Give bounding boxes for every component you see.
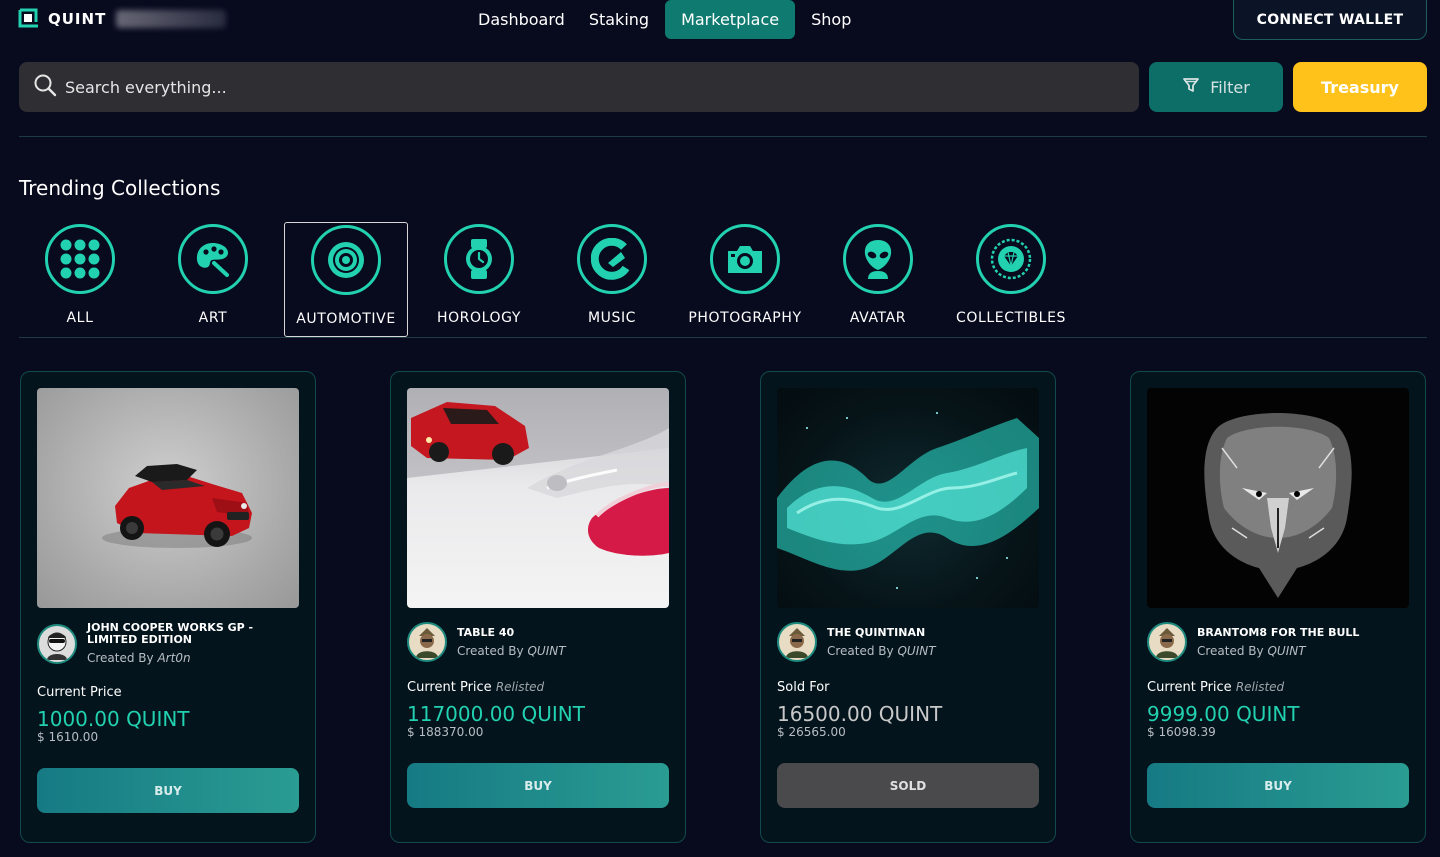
nft-card[interactable]: THE QUINTINAN Created By QUINT Sold For …: [760, 371, 1056, 843]
category-label: AUTOMOTIVE: [296, 311, 396, 327]
category-label: PHOTOGRAPHY: [688, 310, 802, 326]
category-avatar[interactable]: AVATAR: [816, 222, 940, 337]
category-label: AVATAR: [849, 310, 907, 326]
creator-name[interactable]: QUINT: [1267, 644, 1305, 658]
nft-title[interactable]: JOHN COOPER WORKS GP - LIMITED EDITION: [87, 622, 302, 646]
creator-row: BRANTOM8 FOR THE BULL Created By QUINT: [1147, 622, 1412, 662]
filter-button[interactable]: Filter: [1149, 62, 1283, 112]
quint-logo-icon: [18, 8, 40, 30]
category-art[interactable]: ART: [151, 222, 275, 337]
nft-card[interactable]: JOHN COOPER WORKS GP - LIMITED EDITION C…: [20, 371, 316, 843]
logo-text: QUINT: [48, 10, 107, 28]
creator-name[interactable]: Art0n: [157, 651, 190, 665]
price-value: 1000.00 QUINT: [37, 707, 190, 731]
creator-row: JOHN COOPER WORKS GP - LIMITED EDITION C…: [37, 622, 302, 665]
relisted-tag: Relisted: [495, 680, 545, 694]
price-label: Current Price Relisted: [407, 680, 545, 695]
price-value: 9999.00 QUINT: [1147, 702, 1300, 726]
created-by-label: Created By: [87, 651, 154, 665]
category-label: MUSIC: [587, 310, 637, 326]
tire-icon: [311, 225, 381, 295]
nft-image-red-mini[interactable]: [37, 388, 299, 608]
avatar[interactable]: [777, 622, 817, 662]
price-value: 117000.00 QUINT: [407, 702, 585, 726]
nft-title[interactable]: THE QUINTINAN: [827, 626, 1042, 639]
nft-image-quintinan[interactable]: [777, 388, 1039, 608]
category-horology[interactable]: HOROLOGY: [417, 222, 541, 337]
nft-image-table-40[interactable]: [407, 388, 669, 608]
divider: [19, 337, 1427, 338]
price-label: Current Price: [37, 685, 122, 700]
category-automotive[interactable]: AUTOMOTIVE: [284, 222, 408, 337]
grid-dots-icon: [45, 224, 115, 294]
treasury-button[interactable]: Treasury: [1293, 62, 1427, 112]
blurred-logo-text: [116, 10, 227, 28]
camera-icon: [710, 224, 780, 294]
relisted-tag: Relisted: [1235, 680, 1285, 694]
avatar[interactable]: [407, 622, 447, 662]
nft-image-eagle[interactable]: [1147, 388, 1409, 608]
search-input[interactable]: Search everything...: [65, 78, 227, 97]
search-icon: [33, 73, 57, 101]
nav-dashboard[interactable]: Dashboard: [470, 2, 573, 37]
filter-label: Filter: [1210, 77, 1250, 97]
nft-card[interactable]: BRANTOM8 FOR THE BULL Created By QUINT C…: [1130, 371, 1426, 843]
price-label: Current Price Relisted: [1147, 680, 1285, 695]
music-icon: [577, 224, 647, 294]
category-label: HOROLOGY: [436, 310, 522, 326]
category-label: ART: [198, 310, 228, 326]
category-label: COLLECTIBLES: [955, 310, 1067, 326]
main-nav: Dashboard Staking Marketplace Shop: [470, 0, 859, 39]
section-title: Trending Collections: [19, 176, 221, 200]
price-value: 16500.00 QUINT: [777, 702, 943, 726]
buy-button[interactable]: BUY: [1147, 763, 1409, 808]
category-music[interactable]: MUSIC: [550, 222, 674, 337]
palette-icon: [178, 224, 248, 294]
divider: [19, 136, 1427, 137]
nft-title[interactable]: BRANTOM8 FOR THE BULL: [1197, 626, 1412, 639]
category-all[interactable]: ALL: [18, 222, 142, 337]
creator-row: THE QUINTINAN Created By QUINT: [777, 622, 1042, 662]
created-by-label: Created By: [1197, 643, 1264, 658]
top-bar: QUINT Dashboard Staking Marketplace Shop…: [0, 0, 1440, 44]
sold-button[interactable]: SOLD: [777, 763, 1039, 808]
creator-name[interactable]: QUINT: [527, 644, 565, 658]
nav-shop[interactable]: Shop: [803, 2, 859, 37]
created-by-label: Created By: [827, 643, 894, 658]
creator-row: TABLE 40 Created By QUINT: [407, 622, 672, 662]
usd-value: $ 26565.00: [777, 725, 846, 739]
nav-marketplace[interactable]: Marketplace: [665, 0, 796, 39]
buy-button[interactable]: BUY: [407, 763, 669, 808]
created-by-label: Created By: [457, 643, 524, 658]
category-photography[interactable]: PHOTOGRAPHY: [683, 222, 807, 337]
avatar[interactable]: [1147, 622, 1187, 662]
buy-button[interactable]: BUY: [37, 768, 299, 813]
funnel-icon: [1182, 76, 1200, 98]
avatar[interactable]: [37, 623, 77, 664]
connect-wallet-button[interactable]: CONNECT WALLET: [1233, 0, 1427, 40]
diamond-emblem-icon: [976, 224, 1046, 294]
nav-staking[interactable]: Staking: [581, 2, 657, 37]
usd-value: $ 16098.39: [1147, 725, 1216, 739]
category-collectibles[interactable]: COLLECTIBLES: [949, 222, 1073, 337]
nft-title[interactable]: TABLE 40: [457, 626, 672, 639]
price-label: Sold For: [777, 680, 830, 695]
creator-name[interactable]: QUINT: [897, 644, 935, 658]
logo[interactable]: QUINT: [18, 8, 227, 30]
usd-value: $ 188370.00: [407, 725, 484, 739]
category-label: ALL: [66, 310, 94, 326]
usd-value: $ 1610.00: [37, 730, 99, 744]
search-bar[interactable]: Search everything...: [19, 62, 1139, 112]
nft-card[interactable]: TABLE 40 Created By QUINT Current Price …: [390, 371, 686, 843]
watch-icon: [444, 224, 514, 294]
alien-icon: [843, 224, 913, 294]
